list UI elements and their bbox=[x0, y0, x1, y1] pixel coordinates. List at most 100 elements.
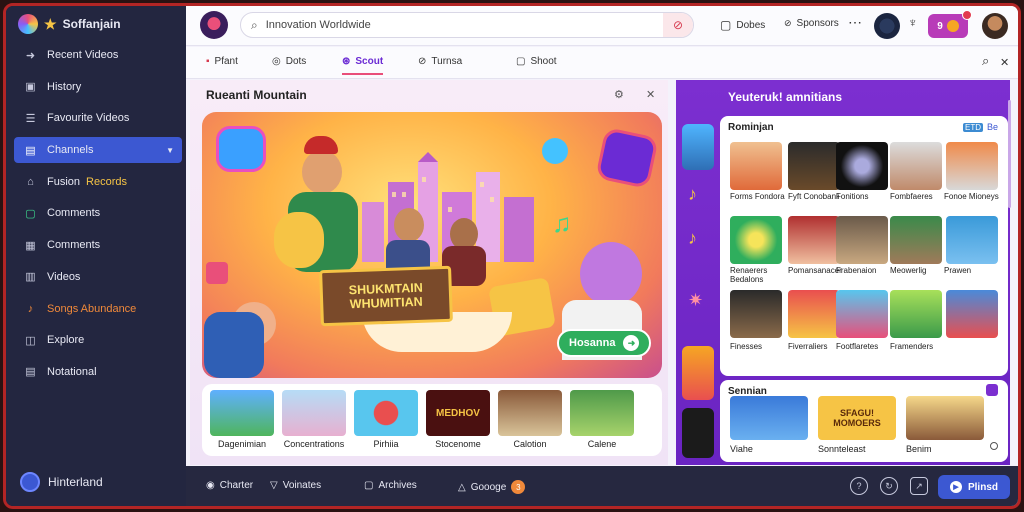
tab-dots[interactable]: ◎ Dots bbox=[272, 56, 306, 67]
archives-button[interactable]: ▢ Archives bbox=[364, 480, 417, 491]
profile-badge-icon[interactable] bbox=[874, 13, 900, 39]
charter-button[interactable]: ◉ Charter bbox=[206, 480, 253, 491]
video-tile[interactable] bbox=[890, 216, 942, 264]
bell-icon[interactable]: ♆ bbox=[908, 15, 918, 30]
video-tile[interactable] bbox=[836, 290, 888, 338]
video-thumbnail[interactable] bbox=[282, 390, 346, 436]
tab-label: Dots bbox=[285, 56, 307, 67]
search-icon[interactable]: ⌕ bbox=[982, 53, 989, 69]
sidebar-item-history[interactable]: ▣ History bbox=[14, 74, 182, 100]
folder-icon: ▤ bbox=[25, 144, 36, 157]
recommendations-panel: Yeuteruk! amnitians ♪ ♪ ✷ Rominjan ETD B… bbox=[676, 80, 1011, 465]
video-tile[interactable] bbox=[890, 290, 942, 338]
sidebar-item-videos[interactable]: ▥ Videos bbox=[14, 264, 182, 290]
video-tile[interactable] bbox=[946, 142, 998, 190]
app-icon[interactable] bbox=[200, 11, 228, 39]
music-note-icon: ♪ bbox=[688, 184, 697, 204]
help-icon[interactable]: ? bbox=[850, 477, 868, 495]
note-icon: ▤ bbox=[25, 366, 36, 379]
video-thumbnail[interactable] bbox=[210, 390, 274, 436]
character-bear bbox=[274, 212, 324, 268]
sidebar-item-recent-videos[interactable]: ➜ Recent Videos bbox=[14, 42, 182, 68]
notifications-button[interactable]: 9 bbox=[928, 10, 972, 38]
refresh-icon[interactable]: ↻ bbox=[880, 477, 898, 495]
sparkle-icon: ✷ bbox=[688, 290, 704, 310]
more-icon[interactable]: ⋯ bbox=[848, 14, 862, 31]
search-bar: ⌕ ⊘ bbox=[240, 12, 694, 38]
side-thumbnail[interactable] bbox=[682, 346, 714, 400]
sidebar-item-label: Explore bbox=[47, 334, 85, 347]
sidebar-item-notational[interactable]: ▤ Notational bbox=[14, 359, 182, 385]
tab-turnsa[interactable]: ⊘ Turnsa bbox=[418, 56, 462, 67]
tab-pfant[interactable]: ▪ Pfant bbox=[206, 56, 238, 67]
app-name: Soffanjain bbox=[62, 17, 121, 31]
sidebar-item-comments[interactable]: ▢ Comments bbox=[14, 200, 182, 226]
star-icon: ★ bbox=[44, 15, 57, 32]
compass-icon: ⊛ bbox=[342, 56, 351, 67]
video-tile[interactable] bbox=[836, 216, 888, 264]
hero-cta-button[interactable]: Hosanna ➜ bbox=[557, 329, 652, 357]
video-thumbnail[interactable] bbox=[570, 390, 634, 436]
close-icon[interactable]: ✕ bbox=[646, 88, 655, 101]
sidebar-item-comments-grid[interactable]: ▦ Comments bbox=[14, 232, 182, 258]
video-tile[interactable] bbox=[730, 290, 782, 338]
sponsors-button[interactable]: ⊘ Sponsors bbox=[784, 18, 839, 29]
video-thumbnail[interactable] bbox=[354, 390, 418, 436]
video-tile[interactable] bbox=[906, 396, 984, 440]
chat-bubble-icon bbox=[216, 126, 266, 172]
coin-icon bbox=[946, 20, 959, 32]
side-thumbnail[interactable] bbox=[682, 124, 714, 170]
hero-cta-label: Hosanna bbox=[569, 337, 616, 349]
thumbnail-overlay: SFAGU! MOMOERS bbox=[833, 408, 881, 428]
video-tile[interactable] bbox=[788, 216, 840, 264]
video-tile[interactable]: SFAGU! MOMOERS bbox=[818, 396, 896, 440]
card-controls[interactable]: ETD Be bbox=[962, 122, 998, 132]
filter-icon: ▽ bbox=[270, 480, 278, 491]
video-tile[interactable] bbox=[946, 216, 998, 264]
settings-icon[interactable]: ⚙ bbox=[614, 88, 624, 101]
square-icon: ▢ bbox=[720, 18, 732, 32]
main-area: ⌕ ⊘ ▢ Dobes ⊘ Sponsors ⋯ ♆ 9 bbox=[186, 6, 1018, 506]
search-icon: ⌕ bbox=[251, 17, 258, 32]
chat-icon: ◉ bbox=[206, 480, 215, 491]
close-icon[interactable]: ✕ bbox=[1000, 56, 1009, 69]
play-icon: ▶ bbox=[949, 481, 962, 493]
hero-title: SHUKMTAIN WHUMITIAN bbox=[319, 265, 453, 327]
sidebar-item-favourite-videos[interactable]: ☰ Favourite Videos bbox=[14, 105, 182, 131]
scrollbar[interactable] bbox=[1008, 100, 1011, 208]
user-avatar[interactable] bbox=[982, 13, 1008, 39]
video-tile[interactable] bbox=[890, 142, 942, 190]
primary-action-button[interactable]: ▶ Plinsd bbox=[938, 475, 1010, 499]
video-thumbnail[interactable] bbox=[498, 390, 562, 436]
tab-shoot[interactable]: ▢ Shoot bbox=[516, 56, 557, 67]
video-tile[interactable] bbox=[836, 142, 888, 190]
character-guitarist bbox=[302, 150, 342, 194]
video-tile[interactable] bbox=[730, 216, 782, 264]
share-icon[interactable]: ↗ bbox=[910, 477, 928, 495]
voinates-button[interactable]: ▽ Voinates bbox=[270, 480, 321, 491]
video-title: Finesses bbox=[730, 342, 763, 351]
video-tile[interactable] bbox=[946, 290, 998, 338]
video-tile[interactable] bbox=[730, 396, 808, 440]
sidebar-item-channels[interactable]: ▤ Channels ▼ bbox=[14, 137, 182, 164]
sidebar-item-songs[interactable]: ♪ Songs Abundance bbox=[14, 296, 182, 322]
video-thumbnail[interactable]: MEDHOV bbox=[426, 390, 490, 436]
hero-banner[interactable]: ♫ SHUKMTAIN WHUMITIAN Hosanna ➜ bbox=[202, 112, 662, 378]
brand[interactable]: ★ Soffanjain bbox=[18, 12, 121, 36]
video-tile[interactable] bbox=[788, 142, 840, 190]
toggle-icon: ⊘ bbox=[784, 18, 792, 28]
goooge-button[interactable]: △ Goooge 3 bbox=[458, 480, 526, 494]
sidebar-item-explore[interactable]: ◫ Explore bbox=[14, 327, 182, 353]
user-profile[interactable]: Hinterland bbox=[20, 472, 103, 492]
search-input[interactable] bbox=[265, 19, 655, 31]
radio-icon[interactable] bbox=[990, 442, 998, 450]
clear-search-icon[interactable]: ⊘ bbox=[663, 13, 693, 37]
video-tile[interactable] bbox=[788, 290, 840, 338]
settings-button[interactable]: ▢ Dobes bbox=[720, 18, 765, 32]
side-thumbnail[interactable] bbox=[682, 408, 714, 458]
tab-scout[interactable]: ⊛ Scout bbox=[342, 56, 384, 75]
notification-badge bbox=[962, 10, 972, 20]
video-tile[interactable] bbox=[730, 142, 782, 190]
video-title: Fonitions bbox=[836, 192, 869, 201]
sidebar-item-fusion[interactable]: ⌂ Fusion Records bbox=[14, 169, 182, 195]
